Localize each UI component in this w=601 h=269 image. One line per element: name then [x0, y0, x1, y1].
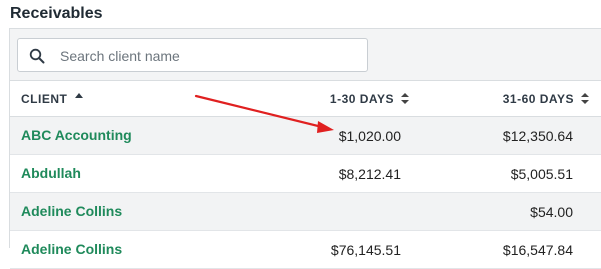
- page-title: Receivables: [10, 5, 103, 22]
- column-header-client[interactable]: CLIENT: [21, 92, 84, 106]
- sort-icon[interactable]: [401, 93, 410, 105]
- column-header-client-label: CLIENT: [21, 92, 68, 106]
- search-icon: [29, 48, 45, 64]
- table-header: CLIENT 1-30 DAYS 31-60 DAYS: [10, 81, 601, 117]
- table-row: ABC Accounting $1,020.00 $12,350.64: [10, 117, 601, 155]
- column-header-31-60-days[interactable]: 31-60 DAYS: [503, 92, 590, 106]
- amount-1-30-days: $76,145.51: [330, 242, 401, 258]
- amount-31-60-days: $16,547.84: [502, 242, 573, 258]
- amount-1-30-days: $1,020.00: [338, 128, 401, 144]
- client-link[interactable]: Adeline Collins: [21, 203, 122, 219]
- amount-31-60-days: $54.00: [530, 204, 573, 220]
- client-link[interactable]: ABC Accounting: [21, 127, 132, 143]
- amount-1-30-days: $8,212.41: [338, 166, 401, 182]
- column-header-31-60-days-label: 31-60 DAYS: [502, 92, 574, 106]
- column-header-1-30-days[interactable]: 1-30 DAYS: [330, 92, 410, 106]
- search-field[interactable]: Search client name: [17, 38, 368, 72]
- table-row: Adeline Collins $76,145.51 $16,547.84: [10, 231, 601, 269]
- column-header-1-30-days-label: 1-30 DAYS: [329, 92, 394, 106]
- sort-icon[interactable]: [581, 93, 590, 105]
- client-link[interactable]: Adeline Collins: [21, 241, 122, 257]
- client-link[interactable]: Abdullah: [21, 165, 81, 181]
- table-row: Abdullah $8,212.41 $5,005.51: [10, 155, 601, 193]
- amount-31-60-days: $12,350.64: [502, 128, 573, 144]
- receivables-panel: Search client name CLIENT 1-30 DAYS 31-6…: [9, 28, 601, 269]
- sort-ascending-icon[interactable]: [75, 93, 84, 99]
- table-row: Adeline Collins $54.00: [10, 193, 601, 231]
- receivables-table: CLIENT 1-30 DAYS 31-60 DAYS ABC Accounti…: [10, 80, 601, 269]
- search-placeholder: Search client name: [60, 48, 180, 64]
- amount-31-60-days: $5,005.51: [510, 166, 573, 182]
